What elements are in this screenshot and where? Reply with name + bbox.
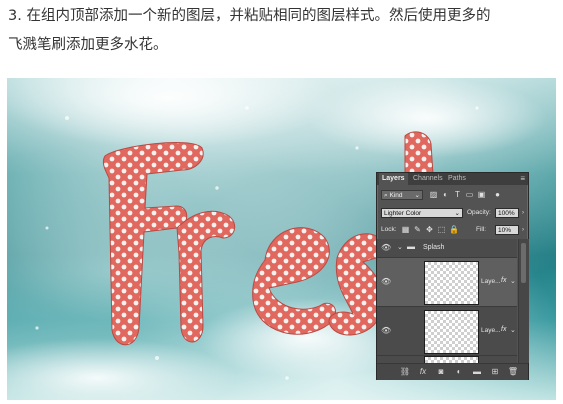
blend-mode-dropdown[interactable]: Lighter Color ⌄ [381, 208, 463, 218]
chevron-down-icon: ⌄ [414, 192, 420, 199]
tab-paths[interactable]: Paths [445, 173, 469, 185]
shape-filter-icon[interactable]: ▭ [465, 190, 474, 200]
filter-kind-label: Kind [389, 192, 403, 199]
layer-name: Laye... [481, 327, 501, 334]
type-filter-icon[interactable]: T [453, 190, 462, 200]
layers-panel: Layers Channels Paths ≡ ⌕ Kind ⌄ ▨ ◐ T ▭… [376, 172, 529, 380]
layers-scrollbar[interactable] [518, 239, 529, 363]
letter-h [404, 131, 434, 175]
layer-thumbnail [424, 356, 479, 363]
smart-object-filter-icon[interactable]: ▣ [477, 190, 486, 200]
fill-chevron-icon[interactable]: › [519, 225, 527, 235]
pixel-filter-icon[interactable]: ▨ [429, 190, 438, 200]
filter-toggle-icon[interactable]: ● [493, 190, 502, 200]
opacity-label: Opacity: [467, 209, 491, 216]
layer-row[interactable]: 👁 Laye... fx ⌄ [377, 258, 517, 307]
layer-group-row[interactable]: 👁 ⌄ ▬ Splash [377, 239, 517, 258]
eye-icon[interactable]: 👁 [381, 277, 391, 287]
lock-transparency-icon[interactable]: ▦ [401, 225, 410, 235]
layer-name: Laye... [481, 278, 501, 285]
letter-e [252, 227, 337, 335]
lock-pixels-icon[interactable]: ✎ [413, 225, 422, 235]
eye-icon[interactable]: 👁 [381, 243, 391, 253]
lock-position-icon[interactable]: ✥ [425, 225, 434, 235]
lock-artboard-icon[interactable]: ⬚ [437, 225, 446, 235]
layer-row[interactable]: 👁 Laye... fx ⌄ [377, 307, 517, 356]
eye-icon[interactable]: 👁 [381, 326, 391, 336]
chevron-down-icon: ⌄ [454, 210, 460, 217]
folder-icon: ▬ [407, 242, 415, 251]
fx-icon[interactable]: fx [417, 366, 429, 378]
opacity-value: 100% [498, 210, 515, 217]
adjustment-icon[interactable]: ◐ [453, 366, 465, 378]
tab-channels[interactable]: Channels [410, 173, 446, 185]
blend-mode-value: Lighter Color [384, 210, 422, 217]
opacity-input[interactable]: 100% [495, 208, 519, 218]
instruction-text: 3. 在组内顶部添加一个新的图层，并粘贴相同的图层样式。然后使用更多的 飞溅笔刷… [8, 2, 556, 60]
chevron-down-icon[interactable]: ⌄ [510, 277, 516, 285]
fill-value: 10% [498, 227, 512, 234]
trash-icon[interactable]: 🗑 [507, 366, 519, 378]
fill-label: Fill: [476, 226, 487, 233]
tab-layers[interactable]: Layers [379, 173, 408, 185]
panel-tabs: Layers Channels Paths ≡ [377, 173, 528, 185]
layer-thumbnail [424, 310, 479, 354]
chevron-down-icon[interactable]: ⌄ [510, 326, 516, 334]
group-name: Splash [423, 244, 445, 251]
panel-bottom-toolbar: ⛓ fx ◙ ◐ ▬ ⊞ 🗑 [377, 363, 528, 380]
fx-icon[interactable]: fx [501, 326, 506, 333]
instruction-line-1: 3. 在组内顶部添加一个新的图层，并粘贴相同的图层样式。然后使用更多的 [8, 8, 491, 24]
link-icon[interactable]: ⛓ [399, 366, 411, 378]
lock-all-icon[interactable]: 🔒 [449, 225, 459, 235]
layers-list: 👁 ⌄ ▬ Splash 👁 Laye... fx ⌄ 👁 Laye... fx… [377, 239, 517, 363]
fx-icon[interactable]: fx [501, 277, 506, 284]
adjustment-filter-icon[interactable]: ◐ [441, 190, 450, 200]
search-icon: ⌕ [384, 192, 388, 199]
panel-menu-icon[interactable]: ≡ [520, 174, 525, 183]
opacity-chevron-icon[interactable]: › [519, 208, 527, 218]
instruction-line-2: 飞溅笔刷添加更多水花。 [8, 37, 168, 53]
mask-icon[interactable]: ◙ [435, 366, 447, 378]
lock-label: Lock: [381, 226, 397, 233]
filter-kind-dropdown[interactable]: ⌕ Kind ⌄ [381, 190, 423, 200]
layer-thumbnail [424, 261, 479, 305]
chevron-down-icon[interactable]: ⌄ [397, 243, 403, 251]
fill-input[interactable]: 10% [495, 225, 519, 235]
new-layer-icon[interactable]: ⊞ [489, 366, 501, 378]
folder-icon[interactable]: ▬ [471, 366, 483, 378]
scrollbar-thumb[interactable] [521, 243, 526, 283]
